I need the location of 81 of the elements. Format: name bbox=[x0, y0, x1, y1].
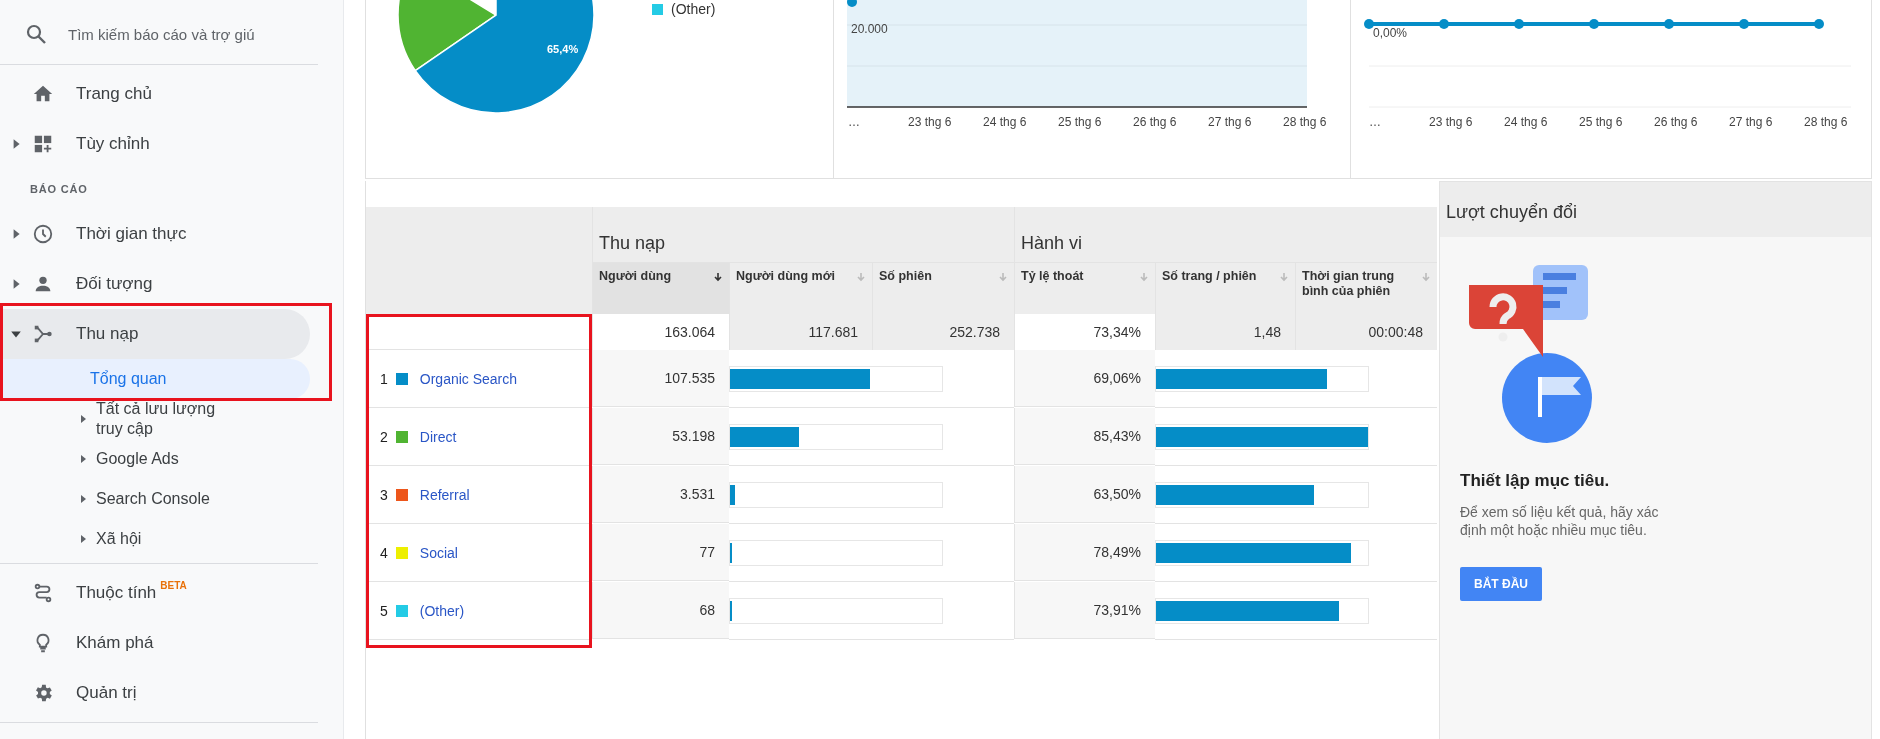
sort-arrow-icon[interactable] bbox=[713, 272, 723, 282]
table-cell: 85,43% bbox=[1014, 408, 1155, 465]
table-cell: 78,49% bbox=[1014, 524, 1155, 581]
axis-label: 28 thg 6 bbox=[1283, 115, 1327, 129]
axis-label: 25 thg 6 bbox=[1579, 115, 1623, 129]
caret-icon[interactable] bbox=[78, 454, 88, 464]
channel-link[interactable]: Social bbox=[419, 544, 458, 561]
column-header[interactable]: Người dùng bbox=[592, 262, 729, 314]
table-cell: 107.535 bbox=[592, 350, 729, 407]
panel-title: Lượt chuyển đổi bbox=[1440, 182, 1871, 237]
nav-item[interactable]: Đối tượng bbox=[0, 259, 310, 309]
nav-subitem[interactable]: Google Ads bbox=[0, 439, 310, 479]
group-header: Hành vi bbox=[1021, 233, 1083, 254]
branch-icon bbox=[32, 323, 54, 345]
total-cell: 252.738 bbox=[872, 314, 1014, 350]
column-header[interactable]: Số trang / phiên bbox=[1155, 262, 1295, 314]
row-number: 3 bbox=[380, 486, 388, 503]
total-cell: 1,48 bbox=[1155, 314, 1295, 350]
column-header[interactable]: Người dùng mới bbox=[729, 262, 872, 314]
axis-label: 28 thg 6 bbox=[1804, 115, 1848, 129]
legend-label: (Other) bbox=[671, 1, 716, 17]
group-header: Thu nạp bbox=[599, 233, 666, 254]
total-cell: 00:00:48 bbox=[1295, 314, 1437, 350]
axis-label: 0,00% bbox=[1373, 26, 1408, 40]
caret-icon[interactable] bbox=[78, 494, 88, 504]
total-cell: 117.681 bbox=[729, 314, 872, 350]
axis-label: … bbox=[1369, 115, 1381, 129]
axis-label: 25 thg 6 bbox=[1058, 115, 1102, 129]
slice-label: 65,4% bbox=[547, 43, 579, 55]
nav-item[interactable]: Tùy chỉnh bbox=[0, 119, 310, 169]
axis-label: 24 thg 6 bbox=[983, 115, 1027, 129]
beta-label: BETA bbox=[160, 580, 187, 591]
nav-subitem[interactable]: Tất cả lưu lượng truy cập bbox=[0, 399, 230, 439]
caret-icon[interactable] bbox=[78, 534, 88, 544]
table-cell: 53.198 bbox=[592, 408, 729, 465]
dashboard-icon bbox=[32, 133, 54, 155]
caret-icon[interactable] bbox=[78, 414, 88, 424]
column-header[interactable]: Thời gian trung bình của phiên bbox=[1295, 262, 1437, 314]
channel-link[interactable]: Direct bbox=[419, 428, 457, 445]
row-number: 1 bbox=[380, 370, 388, 387]
nav-item[interactable]: Thời gian thực bbox=[0, 209, 310, 259]
column-header[interactable]: Số phiên bbox=[872, 262, 1014, 314]
nav-subitem[interactable]: Xã hội bbox=[0, 519, 310, 559]
axis-label: 27 thg 6 bbox=[1729, 115, 1773, 129]
section-heading: BÁO CÁO bbox=[29, 182, 89, 197]
nav-subitem[interactable]: Tổng quan bbox=[0, 359, 310, 399]
nav-item[interactable]: Quản trị bbox=[0, 668, 310, 718]
axis-label: 20.000 bbox=[851, 22, 888, 36]
clock-icon bbox=[32, 223, 54, 245]
axis-label: … bbox=[848, 115, 860, 129]
nav-subitem[interactable]: Search Console bbox=[0, 479, 310, 519]
axis-label: 26 thg 6 bbox=[1654, 115, 1698, 129]
axis-label: 26 thg 6 bbox=[1133, 115, 1177, 129]
search-field[interactable]: Tìm kiếm báo cáo và trợ giú bbox=[68, 25, 288, 43]
axis-label: 23 thg 6 bbox=[1429, 115, 1473, 129]
channel-link[interactable]: Referral bbox=[419, 486, 470, 503]
search-icon[interactable] bbox=[24, 22, 48, 46]
table-cell: 73,91% bbox=[1014, 582, 1155, 639]
row-number: 4 bbox=[380, 544, 388, 561]
channel-link[interactable]: Organic Search bbox=[419, 370, 518, 387]
table-cell: 3.531 bbox=[592, 466, 729, 523]
table-cell: 68 bbox=[592, 582, 729, 639]
route-icon bbox=[32, 582, 54, 604]
axis-label: 27 thg 6 bbox=[1208, 115, 1252, 129]
start-button[interactable]: BẮT ĐẦU bbox=[1460, 567, 1542, 601]
table-cell: 77 bbox=[592, 524, 729, 581]
axis-label: 24 thg 6 bbox=[1504, 115, 1548, 129]
row-number: 2 bbox=[380, 428, 388, 445]
row-number: 5 bbox=[380, 602, 388, 619]
nav-item[interactable]: Khám phá bbox=[0, 618, 310, 668]
table-cell: 69,06% bbox=[1014, 350, 1155, 407]
panel-description: Để xem số liệu kết quả, hãy xác định một hoặc nhiều mục tiêu. bbox=[1460, 503, 1660, 539]
panel-heading: Thiết lập mục tiêu. bbox=[1460, 471, 1611, 491]
channel-link[interactable]: (Other) bbox=[419, 602, 465, 619]
nav-item[interactable]: Thuộc tính BETA bbox=[0, 568, 310, 618]
axis-label: 23 thg 6 bbox=[908, 115, 952, 129]
column-header[interactable]: Tỷ lệ thoát bbox=[1014, 262, 1155, 314]
nav-item[interactable]: Trang chủ bbox=[0, 69, 310, 119]
table-cell: 63,50% bbox=[1014, 466, 1155, 523]
data-point bbox=[847, 0, 857, 7]
nav-item[interactable]: Thu nạp bbox=[0, 309, 310, 359]
